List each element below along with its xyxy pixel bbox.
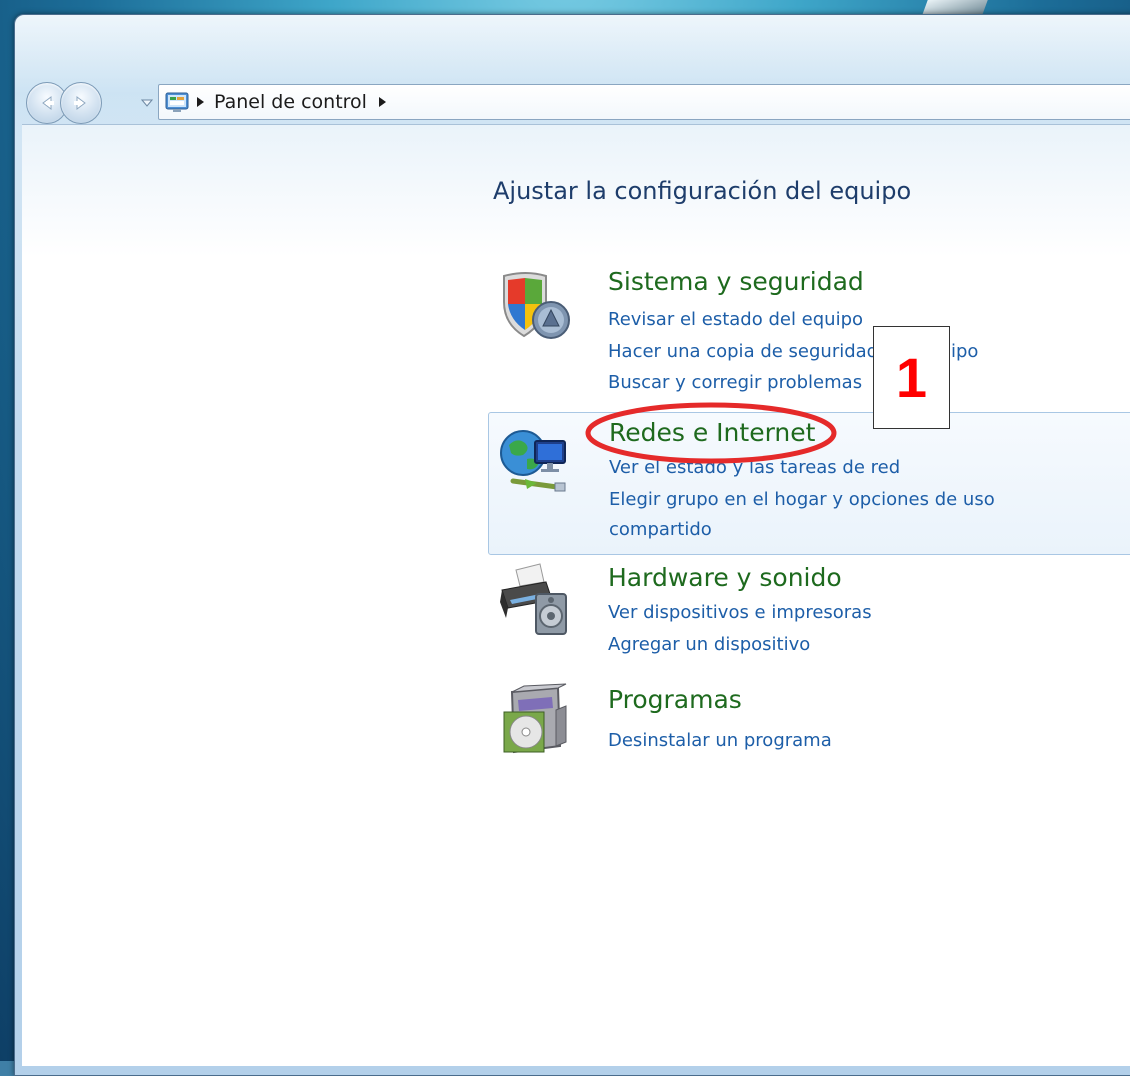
- view-devices-printers-link[interactable]: Ver dispositivos e impresoras: [608, 602, 872, 623]
- programs-box-icon: [503, 683, 567, 754]
- add-device-link[interactable]: Agregar un dispositivo: [608, 634, 810, 655]
- breadcrumb-control-panel[interactable]: Panel de control: [214, 91, 367, 113]
- page-title: Ajustar la configuración del equipo: [493, 177, 912, 205]
- category-hardware-sound[interactable]: Hardware y sonido Ver dispositivos e imp…: [488, 560, 1130, 670]
- back-arrow-icon: [42, 96, 54, 110]
- recent-pages-chevron-down-icon[interactable]: [141, 98, 153, 108]
- step-number: 1: [895, 346, 928, 409]
- address-bar[interactable]: Panel de control: [158, 84, 1130, 120]
- category-programs[interactable]: Programas Desinstalar un programa: [488, 682, 1130, 772]
- shield-icon: [503, 272, 570, 339]
- forward-button[interactable]: [60, 82, 102, 124]
- review-computer-status-link[interactable]: Revisar el estado del equipo: [608, 309, 863, 330]
- system-security-link[interactable]: Sistema y seguridad: [608, 267, 864, 296]
- hardware-sound-link[interactable]: Hardware y sonido: [608, 563, 842, 592]
- forward-arrow-icon: [74, 96, 86, 110]
- category-system-security[interactable]: Sistema y seguridad Revisar el estado de…: [488, 262, 1130, 402]
- breadcrumb-separator-icon[interactable]: [197, 97, 204, 107]
- printer-speaker-icon: [500, 563, 567, 635]
- control-panel-icon: [165, 92, 189, 112]
- programs-link[interactable]: Programas: [608, 685, 742, 714]
- step-number-badge: 1: [873, 326, 950, 429]
- highlight-ellipse: [585, 402, 837, 464]
- homegroup-sharing-link[interactable]: Elegir grupo en el hogar y opciones de u…: [609, 489, 995, 510]
- homegroup-sharing-link-continued[interactable]: compartido: [609, 519, 712, 540]
- uninstall-program-link[interactable]: Desinstalar un programa: [608, 730, 832, 751]
- network-globe-icon: [500, 430, 566, 492]
- breadcrumb-chevron-right-icon[interactable]: [378, 97, 386, 107]
- find-fix-problems-link[interactable]: Buscar y corregir problemas: [608, 372, 862, 393]
